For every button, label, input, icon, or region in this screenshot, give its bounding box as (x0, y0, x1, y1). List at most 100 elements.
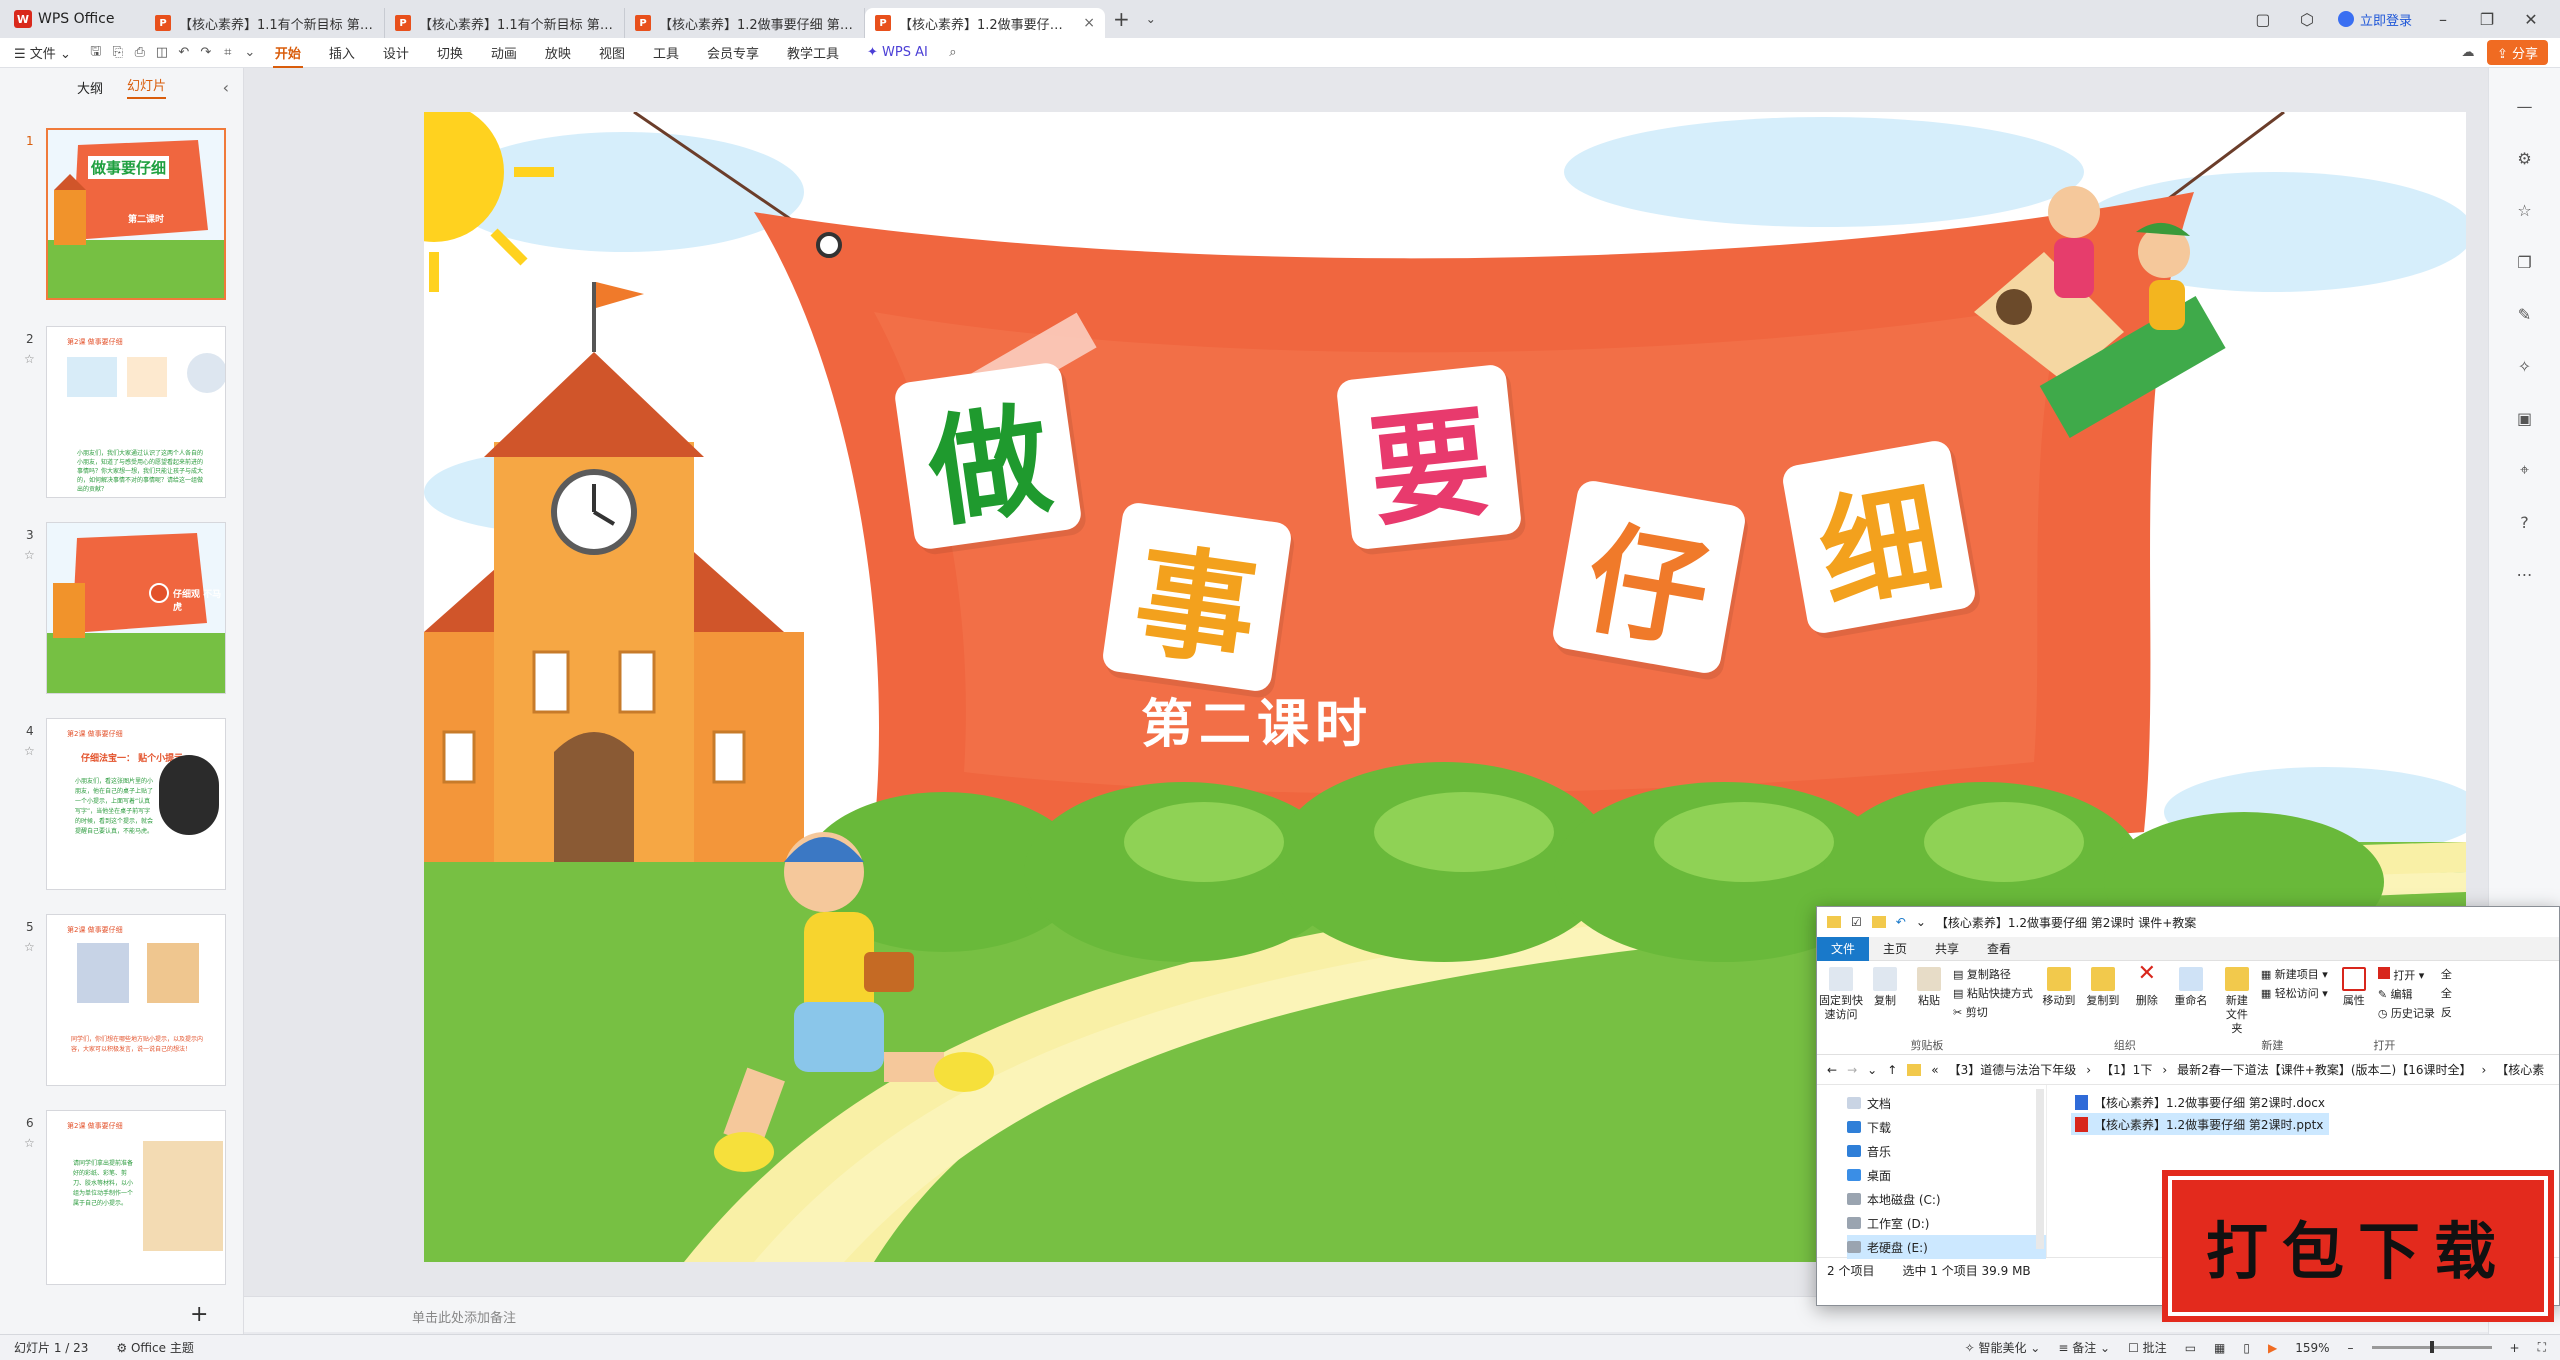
menu-insert[interactable]: 插入 (315, 43, 369, 62)
doc-tab-3[interactable]: P 【核心素养】1.2做事要仔细 第1课时 (625, 8, 865, 38)
tab-list-chevron-icon[interactable]: ⌄ (1138, 12, 1164, 26)
slide-thumb-6[interactable]: 第2课 做事要仔细 请同学们拿出提前准备好的彩纸、彩笔、剪刀、胶水等材料，以小组… (46, 1110, 226, 1285)
cube-icon[interactable]: ⬡ (2294, 10, 2320, 29)
file-item-docx[interactable]: 【核心素养】1.2做事要仔细 第2课时.docx (2071, 1091, 2329, 1113)
slide-thumb-3[interactable]: 仔细观 不马虎 (46, 522, 226, 694)
forward-icon[interactable]: → (1847, 1063, 1857, 1077)
overflow-icon[interactable]: « (1931, 1063, 1938, 1077)
help-icon[interactable]: ? (2511, 508, 2539, 536)
slide-thumb-4[interactable]: 第2课 做事要仔细 仔细法宝一： 贴个小提示 小朋友们，看这张图片里的小朋友，他… (46, 718, 226, 890)
paste-shortcut-button[interactable]: ▤ 粘贴快捷方式 (1953, 986, 2033, 1001)
beautify-button[interactable]: ✧ 智能美化 ⌄ (1965, 1339, 2041, 1356)
copy-path-button[interactable]: ▤ 复制路径 (1953, 967, 2033, 982)
slide-thumb-5[interactable]: 第2课 做事要仔细 同学们，你们想在哪些地方贴小提示，以及提示内容，大家可以积极… (46, 914, 226, 1086)
print-icon[interactable]: ⎙ (129, 42, 151, 64)
explorer-tab-file[interactable]: 文件 (1817, 936, 1870, 961)
back-icon[interactable]: ← (1827, 1063, 1837, 1077)
select-all-button[interactable]: 全 (2441, 967, 2452, 982)
doc-tab-2[interactable]: P 【核心素养】1.1有个新目标 第2课时 (385, 8, 625, 38)
menu-view[interactable]: 视图 (585, 43, 639, 62)
menu-animation[interactable]: 动画 (477, 43, 531, 62)
new-folder-quick-icon[interactable] (1871, 916, 1886, 928)
tab-outline[interactable]: 大纲 (77, 78, 103, 97)
cut-button[interactable]: ✂ 剪切 (1953, 1005, 2033, 1020)
menu-tools[interactable]: 工具 (639, 43, 693, 62)
menu-teaching-tools[interactable]: 教学工具 (773, 43, 853, 62)
history-chevron-icon[interactable]: ⌄ (1867, 1063, 1877, 1077)
zoom-in-icon[interactable]: + (2510, 1341, 2520, 1355)
menu-design[interactable]: 设计 (369, 43, 423, 62)
properties-button[interactable]: 属性 (2334, 967, 2374, 1008)
pin-icon[interactable]: ⌖ (2511, 456, 2539, 484)
nav-scrollbar[interactable] (2036, 1089, 2044, 1249)
normal-view-icon[interactable]: ▭ (2185, 1341, 2196, 1355)
menu-slideshow[interactable]: 放映 (531, 43, 585, 62)
notes-toggle[interactable]: ≡ 备注 ⌄ (2058, 1339, 2110, 1356)
style-icon[interactable]: ✎ (2511, 300, 2539, 328)
address-bar[interactable]: ← → ⌄ ↑ « 【3】道德与法治下年级 › 【1】1下 › 最新2春一下道法【课… (1817, 1055, 2559, 1085)
zoom-out-icon[interactable]: – (2348, 1341, 2354, 1355)
select-none-button[interactable]: 全 (2441, 986, 2452, 1001)
hamburger-file-menu[interactable]: ☰ 文件 ⌄ (0, 43, 85, 62)
copy-button[interactable]: 复制 (1865, 967, 1905, 1008)
login-button[interactable]: 立即登录 (2337, 10, 2412, 29)
slide-thumb-2[interactable]: 第2课 做事要仔细 小朋友们，我们大家通过认识了这两个人各自的小朋友，知道了与感… (46, 326, 226, 498)
reading-view-icon[interactable]: ▯ (2243, 1341, 2250, 1355)
play-icon[interactable]: ▶ (2268, 1341, 2277, 1355)
layout-icon[interactable]: ▢ (2250, 10, 2276, 29)
save-icon[interactable]: 🖫 (85, 42, 107, 64)
explorer-tab-share[interactable]: 共享 (1921, 937, 1973, 961)
export-icon[interactable]: ⎘ (107, 42, 129, 64)
sorter-view-icon[interactable]: ▦ (2214, 1341, 2225, 1355)
edit-button[interactable]: ✎ 编辑 (2378, 987, 2435, 1002)
more-chevron-icon[interactable]: ⌄ (239, 42, 261, 64)
minimize-panel-icon[interactable]: — (2511, 92, 2539, 120)
star-icon[interactable]: ☆ (24, 744, 35, 758)
file-item-pptx[interactable]: 【核心素养】1.2做事要仔细 第2课时.pptx (2071, 1113, 2330, 1135)
collapse-panel-icon[interactable]: ‹ (223, 78, 229, 97)
book-icon[interactable]: ▣ (2511, 404, 2539, 432)
new-item-button[interactable]: ▦ 新建项目 ▾ (2261, 967, 2328, 982)
zoom-slider[interactable] (2371, 1341, 2492, 1353)
nav-desktop[interactable]: 桌面 (1847, 1163, 2046, 1187)
theme-indicator[interactable]: ⚙ Office 主题 (102, 1339, 207, 1356)
star-icon[interactable]: ☆ (2511, 196, 2539, 224)
search-icon[interactable]: ⌕ (942, 42, 964, 64)
star-icon[interactable]: ☆ (24, 1136, 35, 1150)
nav-drive-c[interactable]: 本地磁盘 (C:) (1847, 1187, 2046, 1211)
nav-documents[interactable]: 文档 (1847, 1091, 2046, 1115)
star-icon[interactable]: ☆ (24, 940, 35, 954)
properties-quick-icon[interactable]: ☑ (1851, 915, 1862, 929)
menu-member[interactable]: 会员专享 (693, 43, 773, 62)
cloud-icon[interactable]: ☁ (2457, 42, 2479, 64)
nav-music[interactable]: 音乐 (1847, 1139, 2046, 1163)
format-painter-icon[interactable]: ⌗ (217, 42, 239, 64)
move-to-button[interactable]: 移动到 (2039, 967, 2079, 1008)
minimize-icon[interactable]: – (2430, 10, 2456, 29)
star-icon[interactable]: ☆ (24, 352, 35, 366)
easy-access-button[interactable]: ▦ 轻松访问 ▾ (2261, 986, 2328, 1001)
invert-selection-button[interactable]: 反 (2441, 1005, 2452, 1020)
close-window-icon[interactable]: ✕ (2518, 10, 2544, 29)
new-folder-button[interactable]: 新建文件夹 (2217, 967, 2257, 1036)
magic-icon[interactable]: ✧ (2511, 352, 2539, 380)
quick-access-chevron-icon[interactable]: ⌄ (1916, 915, 1926, 929)
pin-quick-access-button[interactable]: 固定到快速访问 (1819, 967, 1863, 1022)
copy-icon[interactable]: ❐ (2511, 248, 2539, 276)
nav-downloads[interactable]: 下载 (1847, 1115, 2046, 1139)
undo-icon[interactable]: ↶ (173, 42, 195, 64)
crumb-3[interactable]: 最新2春一下道法【课件+教案】(版本二)【16课时全】 (2177, 1061, 2471, 1078)
preview-icon[interactable]: ◫ (151, 42, 173, 64)
menu-wps-ai[interactable]: ✦ WPS AI (853, 45, 942, 60)
menu-start[interactable]: 开始 (261, 43, 315, 68)
zoom-thumb[interactable] (2429, 1341, 2434, 1353)
open-button[interactable]: 打开 ▾ (2377, 967, 2435, 983)
nav-drive-e[interactable]: 老硬盘 (E:) (1847, 1235, 2046, 1259)
delete-button[interactable]: ✕ 删除 (2127, 963, 2167, 1008)
close-tab-icon[interactable]: × (1083, 15, 1095, 31)
crumb-2[interactable]: 【1】1下 (2101, 1061, 2152, 1078)
crumb-1[interactable]: 【3】道德与法治下年级 (1949, 1061, 2077, 1078)
history-button[interactable]: ◷ 历史记录 (2378, 1006, 2435, 1021)
copy-to-button[interactable]: 复制到 (2083, 967, 2123, 1008)
menu-transition[interactable]: 切换 (423, 43, 477, 62)
